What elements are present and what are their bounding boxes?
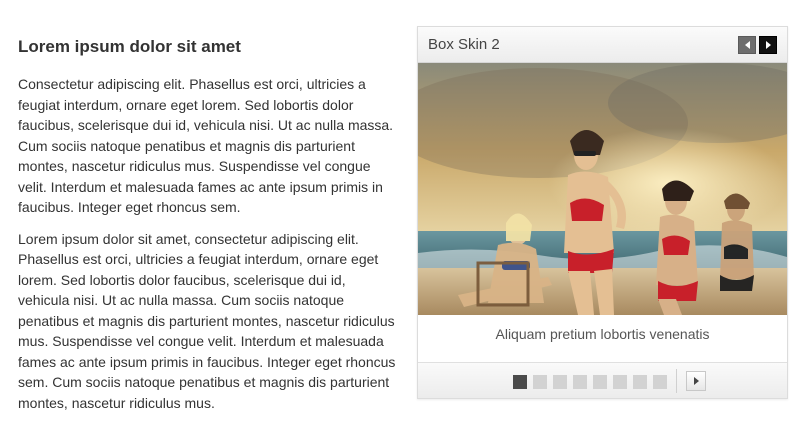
chevron-left-icon — [744, 41, 750, 49]
slide-caption: Aliquam pretium lobortis venenatis — [495, 325, 710, 342]
pagination-dot-6[interactable] — [613, 375, 627, 389]
slider-box: Box Skin 2 Aliquam pretium lobortis vene… — [417, 26, 788, 399]
pagination-dot-3[interactable] — [553, 375, 567, 389]
slider-prev-button[interactable] — [738, 36, 756, 54]
article-paragraph: Consectetur adipiscing elit. Phasellus e… — [18, 76, 394, 215]
chevron-right-icon — [765, 41, 771, 49]
slider-footer — [418, 362, 787, 398]
slider-title: Box Skin 2 — [428, 36, 500, 53]
footer-divider — [676, 369, 677, 393]
pagination-dot-5[interactable] — [593, 375, 607, 389]
slider-header: Box Skin 2 — [418, 27, 787, 63]
article-paragraph: Lorem ipsum dolor sit amet, consectetur … — [18, 230, 396, 411]
slide-pagination — [513, 375, 667, 389]
pagination-dot-1[interactable] — [513, 375, 527, 389]
slide-image — [418, 63, 787, 315]
article: Lorem ipsum dolor sit amet Consectetur a… — [18, 36, 396, 424]
chevron-right-icon — [693, 377, 699, 385]
pagination-dot-2[interactable] — [533, 375, 547, 389]
article-title: Lorem ipsum dolor sit amet — [18, 37, 241, 56]
slider-next-button[interactable] — [759, 36, 777, 54]
pagination-dot-7[interactable] — [633, 375, 647, 389]
pagination-dot-8[interactable] — [653, 375, 667, 389]
footer-next-button[interactable] — [686, 371, 706, 391]
pagination-dot-4[interactable] — [573, 375, 587, 389]
